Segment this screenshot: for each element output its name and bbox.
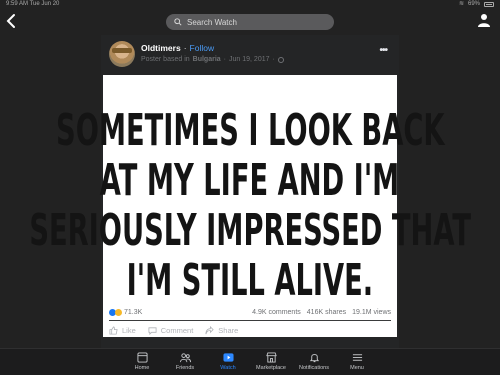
comment-button[interactable]: Comment — [148, 326, 194, 335]
watch-icon — [222, 353, 234, 362]
search-placeholder: Search Watch — [187, 17, 237, 27]
share-label: Share — [218, 326, 239, 335]
home-icon — [136, 352, 148, 363]
globe-icon — [277, 56, 284, 63]
status-date: Tue Jun 20 — [29, 1, 60, 7]
thumbs-up-icon — [109, 326, 118, 335]
reaction-count: 71.3K — [124, 309, 143, 316]
image-text-line-4: I'M STILL ALIVE. — [126, 255, 374, 306]
image-text-line-2: AT MY LIFE AND I'M — [100, 155, 400, 206]
avatar[interactable] — [109, 41, 135, 67]
status-right: ≋ 69% — [459, 0, 494, 8]
status-left: 9:59 AM Tue Jun 20 — [6, 0, 59, 8]
image-text-line-3: SERIOUSLY IMPRESSED THAT — [29, 205, 471, 256]
image-text-line-1: SOMETIMES I LOOK BACK — [55, 105, 445, 156]
back-icon[interactable] — [6, 13, 20, 31]
like-label: Like — [122, 326, 136, 335]
tab-marketplace[interactable]: Marketplace — [251, 352, 291, 371]
meta-separator: · — [223, 56, 227, 63]
view-count: 19.1M views — [352, 309, 391, 316]
tab-notifications[interactable]: Notifications — [294, 352, 334, 371]
tab-watch-label: Watch — [220, 365, 236, 371]
tab-menu[interactable]: Menu — [337, 352, 377, 371]
status-time: 9:59 AM — [6, 1, 29, 7]
author-separator: · — [183, 43, 187, 53]
share-icon — [205, 326, 214, 335]
bottom-tab-bar: Home Friends Watch Marketplace Notificat… — [0, 348, 500, 375]
post-meta: Poster based in Bulgaria · Jun 19, 2017 … — [141, 56, 284, 63]
battery-icon — [484, 1, 494, 7]
menu-icon — [352, 354, 362, 361]
bell-icon — [309, 354, 319, 363]
tab-watch[interactable]: Watch — [208, 352, 248, 371]
comment-icon — [148, 327, 157, 335]
like-button[interactable]: Like — [109, 326, 136, 335]
tab-friends[interactable]: Friends — [165, 352, 205, 371]
share-button[interactable]: Share — [205, 326, 238, 335]
post-image[interactable]: SOMETIMES I LOOK BACK AT MY LIFE AND I'M… — [29, 75, 471, 337]
watch-screen: 9:59 AM Tue Jun 20 ≋ 69% Search Watch Ol… — [0, 0, 500, 375]
haha-reaction-icon — [115, 309, 122, 316]
profile-icon[interactable] — [478, 13, 492, 29]
meta-date[interactable]: Jun 19, 2017 — [229, 56, 269, 63]
post-header: Oldtimers · Follow Poster based in Bulga… — [101, 35, 399, 75]
post-actions: Like Comment Share — [109, 326, 238, 335]
friends-icon — [179, 353, 191, 363]
search-input[interactable]: Search Watch — [166, 14, 334, 30]
tab-friends-label: Friends — [175, 365, 195, 371]
top-bar: Search Watch — [0, 10, 500, 36]
post-stats: 71.3K 4.9K comments 416K shares 19.1M vi… — [109, 309, 391, 316]
meta-location[interactable]: Bulgaria — [193, 56, 221, 63]
comment-label: Comment — [160, 326, 194, 335]
marketplace-icon — [265, 352, 277, 363]
comment-count[interactable]: 4.9K comments — [252, 309, 301, 316]
author-name[interactable]: Oldtimers — [141, 43, 181, 53]
search-icon — [174, 18, 182, 26]
follow-button[interactable]: Follow — [190, 43, 215, 53]
status-bar: 9:59 AM Tue Jun 20 ≋ 69% — [0, 0, 500, 8]
more-options-icon[interactable]: ••• — [379, 45, 387, 56]
tab-menu-label: Menu — [350, 365, 364, 371]
meta-separator-2: · — [272, 56, 275, 63]
divider — [109, 320, 391, 321]
wifi-icon: ≋ — [458, 1, 464, 7]
tab-notifications-label: Notifications — [299, 365, 329, 371]
tab-home-label: Home — [134, 365, 150, 371]
tab-home[interactable]: Home — [122, 352, 162, 371]
share-count[interactable]: 416K shares — [307, 309, 346, 316]
meta-prefix: Poster based in — [141, 56, 190, 63]
tab-marketplace-label: Marketplace — [256, 365, 286, 371]
engagement-counts: 4.9K comments 416K shares 19.1M views — [252, 309, 391, 316]
video-post: Oldtimers · Follow Poster based in Bulga… — [29, 35, 471, 348]
author-line: Oldtimers · Follow — [141, 43, 214, 53]
battery-percent: 69% — [467, 1, 480, 7]
reaction-summary[interactable]: 71.3K — [109, 309, 142, 316]
